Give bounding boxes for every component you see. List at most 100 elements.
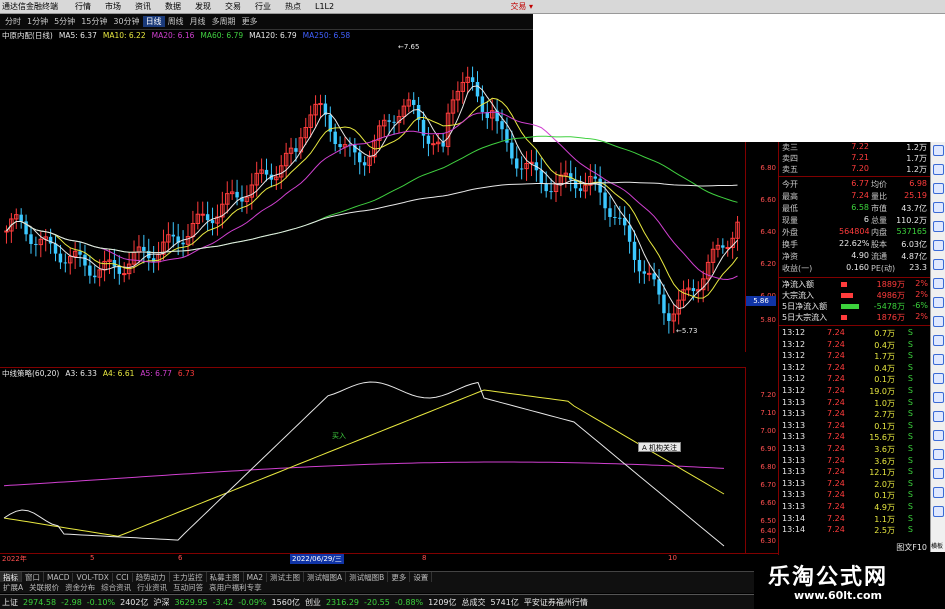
side-tool-icon[interactable] — [932, 430, 944, 441]
trade-menu-button[interactable]: 交易 ▾ — [510, 1, 533, 12]
menu-item-news[interactable]: 资讯 — [128, 1, 158, 12]
popup-tag[interactable]: A 机构关注 — [638, 442, 682, 452]
tab-test-a[interactable]: 测试幅图A — [304, 571, 347, 583]
side-label[interactable]: 横板 — [931, 541, 943, 550]
tab-news[interactable]: 综合资讯 — [98, 582, 134, 593]
tick-price: 7.24 — [827, 444, 845, 453]
side-tool-icon[interactable] — [932, 240, 944, 251]
tab-settings[interactable]: 设置 — [410, 571, 433, 583]
candle-body — [691, 288, 696, 292]
menu-item-discover[interactable]: 发现 — [188, 1, 218, 12]
side-tool-icon[interactable] — [932, 278, 944, 289]
stat-row: 外盘 564804 内盘 537165 — [779, 227, 931, 238]
side-tool-icon[interactable] — [932, 487, 944, 498]
ask-row[interactable]: 卖三 7.22 1.2万 — [779, 142, 931, 153]
stat-value: 537165 — [896, 227, 927, 236]
tab-welfare[interactable]: 哀用户福利专享 — [206, 582, 265, 593]
menu-item-hotspot[interactable]: 热点 — [278, 1, 308, 12]
tab-cci[interactable]: CCI — [113, 572, 133, 582]
stat-value: 6.98 — [909, 179, 927, 188]
status-item: 2402亿 — [120, 597, 149, 607]
tab-funds[interactable]: 资金分布 — [62, 582, 98, 593]
tab-private[interactable]: 私募主图 — [207, 571, 244, 583]
tick-time: 13:14 — [782, 513, 806, 523]
period-daily[interactable]: 日线 — [142, 16, 165, 27]
tick-side: S — [907, 420, 913, 430]
tab-window[interactable]: 窗口 — [22, 571, 44, 583]
candle-body — [200, 213, 205, 216]
tick-price: 7.24 — [827, 328, 845, 337]
side-tool-icon[interactable] — [932, 506, 944, 517]
side-tool-icon[interactable] — [932, 259, 944, 270]
period-multi[interactable]: 多周期 — [209, 16, 239, 27]
side-tool-icon[interactable] — [932, 164, 944, 175]
candle-body — [569, 173, 573, 180]
flow-row: 大宗流入 4986万 2% — [779, 290, 931, 301]
period-5min[interactable]: 5分钟 — [51, 16, 78, 27]
menu-item-l1l2[interactable]: L1L2 — [308, 2, 341, 11]
tab-vol[interactable]: VOL-TDX — [73, 572, 113, 582]
stat-row: 换手 22.62% 股本 6.03亿 — [779, 239, 931, 250]
menu-item-quotes[interactable]: 行情 — [68, 1, 98, 12]
side-tool-icon[interactable] — [932, 335, 944, 346]
side-tool-icon[interactable] — [932, 145, 944, 156]
period-30min[interactable]: 30分钟 — [110, 16, 142, 27]
candle-body — [205, 214, 210, 221]
candlestick-chart[interactable]: ←7.65 ←5.73 — [0, 41, 745, 363]
period-intraday[interactable]: 分时 — [2, 16, 24, 27]
side-tool-icon[interactable] — [932, 354, 944, 365]
tab-test-main[interactable]: 测试主图 — [267, 571, 305, 583]
side-tool-icon[interactable] — [932, 373, 944, 384]
candle-body — [235, 191, 239, 198]
tab-ma2[interactable]: MA2 — [244, 572, 268, 582]
side-tool-icon[interactable] — [932, 221, 944, 232]
period-15min[interactable]: 15分钟 — [78, 16, 110, 27]
side-tool-icon[interactable] — [932, 392, 944, 403]
tab-indicator[interactable]: 指标 — [0, 571, 22, 583]
candle-body — [662, 294, 666, 314]
side-tool-icon[interactable] — [932, 183, 944, 194]
tab-macd[interactable]: MACD — [44, 572, 74, 582]
side-tool-icon[interactable] — [932, 297, 944, 308]
tab-qa[interactable]: 互动问答 — [170, 582, 206, 593]
status-item: 3629.95 — [174, 597, 208, 607]
candle-body — [63, 262, 68, 264]
indicator-tick: 7.20 — [760, 391, 776, 399]
period-monthly[interactable]: 月线 — [187, 16, 209, 27]
period-1min[interactable]: 1分钟 — [24, 16, 51, 27]
side-tool-icon[interactable] — [932, 202, 944, 213]
tick-time: 13:13 — [782, 409, 806, 419]
status-item: -2.98 — [61, 597, 82, 607]
flow-value: 1876万 — [876, 313, 905, 322]
ask-row[interactable]: 卖四 7.21 1.7万 — [779, 153, 931, 164]
stat-value: 0.160 — [846, 263, 869, 272]
period-more[interactable]: 更多 — [239, 16, 261, 27]
ask-row[interactable]: 卖五 7.20 1.2万 — [779, 164, 931, 175]
tab-trend[interactable]: 趋势动力 — [133, 571, 170, 583]
tick-time: 13:13 — [782, 444, 806, 453]
menu-item-data[interactable]: 数据 — [158, 1, 188, 12]
side-tool-icon[interactable] — [932, 468, 944, 479]
menu-item-industry[interactable]: 行业 — [248, 1, 278, 12]
tab-related[interactable]: 关联报价 — [26, 582, 62, 593]
legend-ma20: MA20: 6.16 — [151, 31, 195, 40]
tick-row: 13:14 7.24 1.1万 S — [779, 514, 931, 525]
side-tool-icon[interactable] — [932, 411, 944, 422]
main-chart-legend: 中原内配(日线) MA5: 6.37 MA10: 6.22 MA20: 6.16… — [0, 30, 533, 41]
menu-item-trade[interactable]: 交易 — [218, 1, 248, 12]
menu-item-market[interactable]: 市场 — [98, 1, 128, 12]
side-tool-icon[interactable] — [932, 316, 944, 327]
tick-volume: 0.1万 — [874, 375, 895, 385]
tab-industry-news[interactable]: 行业资讯 — [134, 582, 170, 593]
indicator-chart[interactable]: 买入 — [0, 378, 745, 553]
tab-monitor[interactable]: 主力监控 — [170, 571, 207, 583]
indicator-tick: 6.70 — [760, 481, 776, 489]
tab-more[interactable]: 更多 — [388, 571, 411, 583]
tab-extend[interactable]: 扩展A — [0, 582, 26, 593]
tab-test-b[interactable]: 测试幅图B — [346, 571, 389, 583]
f10-link[interactable]: 图文F10 — [779, 542, 931, 553]
status-item: 平安证券福州行情 — [523, 597, 588, 607]
indicator-a5: A5: 6.77 — [140, 368, 172, 378]
side-tool-icon[interactable] — [932, 449, 944, 460]
period-weekly[interactable]: 周线 — [165, 16, 187, 27]
